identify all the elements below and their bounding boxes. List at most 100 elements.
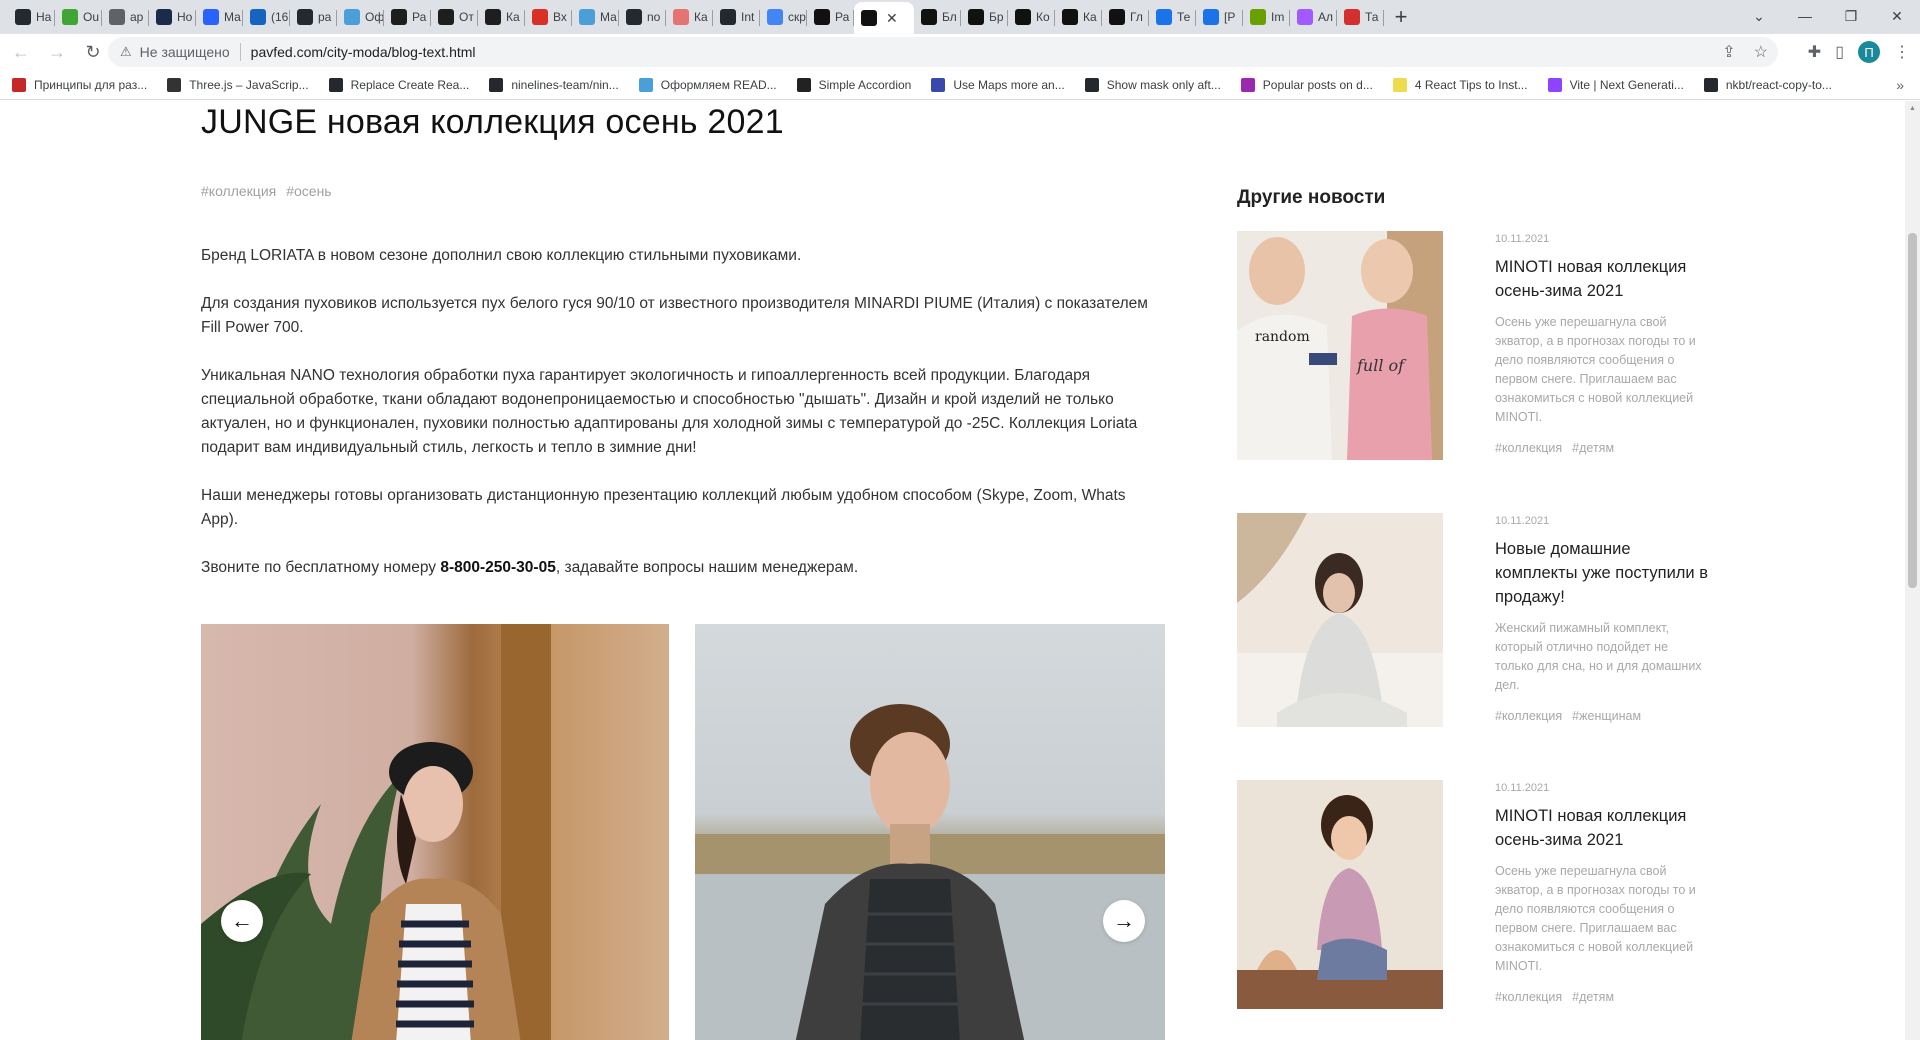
page-scrollbar[interactable]: ▲ [1905, 101, 1920, 1040]
news-tag[interactable]: #коллекция [1495, 441, 1562, 455]
tab-label: Ка [694, 10, 708, 24]
gmail-icon [532, 9, 548, 25]
news-title[interactable]: MINOTI новая коллекция осень-зима 2021 [1495, 255, 1710, 303]
bookmark-item[interactable]: Оформляем READ... [638, 77, 777, 92]
browser-tab[interactable]: (16 [243, 3, 290, 31]
menu-icon[interactable]: ⋮ [1894, 42, 1910, 62]
browser-tab[interactable]: Ка [478, 3, 525, 31]
browser-tab[interactable]: Но [149, 3, 196, 31]
minimize-icon[interactable]: — [1782, 0, 1828, 32]
browser-tab[interactable]: Int [713, 3, 760, 31]
news-title[interactable]: MINOTI новая коллекция осень-зима 2021 [1495, 804, 1710, 852]
news-thumbnail[interactable] [1237, 513, 1443, 727]
profile-avatar[interactable]: П [1858, 41, 1880, 63]
bookmark-item[interactable]: Replace Create Rea... [328, 77, 469, 92]
news-date: 10.11.2021 [1495, 233, 1550, 245]
news-thumbnail[interactable] [1237, 780, 1443, 1009]
browser-tab[interactable]: Оф [337, 3, 384, 31]
bookmark-item[interactable]: Popular posts on d... [1240, 77, 1373, 92]
tab-label: Вх [553, 10, 567, 24]
article-tag[interactable]: #коллекция [201, 183, 276, 199]
browser-tab[interactable]: Вх [525, 3, 572, 31]
call-suffix: , задавайте вопросы нашим менеджерам. [555, 559, 859, 576]
browser-tab[interactable]: На [8, 3, 55, 31]
news-tag[interactable]: #детям [1572, 990, 1614, 1004]
browser-tab[interactable]: [Р [1196, 3, 1243, 31]
browser-tab[interactable]: Ал [1290, 3, 1337, 31]
url-text[interactable]: pavfed.com/city-moda/blog-text.html [251, 44, 476, 60]
share-icon[interactable]: ⇪ [1722, 42, 1735, 62]
browser-tab[interactable]: Та [1337, 3, 1384, 31]
diamond-icon [1203, 9, 1219, 25]
scrollbar-thumb[interactable] [1908, 233, 1917, 588]
extensions-icon[interactable]: ✚ [1808, 42, 1821, 62]
address-bar[interactable]: ⚠ Не защищено pavfed.com/city-moda/blog-… [108, 37, 1778, 67]
browser-tab[interactable]: Ма [196, 3, 243, 31]
bookmark-item[interactable]: 4 React Tips to Inst... [1392, 77, 1528, 92]
news-item[interactable]: 10.11.2021 Новые домашние комплекты уже … [1237, 513, 1717, 780]
forward-icon[interactable]: → [42, 37, 72, 67]
browser-tab[interactable]: Ра [807, 3, 854, 31]
new-tab-button[interactable]: + [1384, 3, 1418, 31]
browser-tab[interactable]: Ко [1008, 3, 1055, 31]
warning-icon[interactable]: ⚠ [120, 44, 132, 60]
back-icon[interactable]: ← [6, 37, 36, 67]
news-title[interactable]: Новые домашние комплекты уже поступили в… [1495, 537, 1710, 609]
browser-tab[interactable]: Гл [1102, 3, 1149, 31]
phone-number[interactable]: 8-800-250-30-05 [440, 559, 555, 576]
bookmark-item[interactable]: nkbt/react-copy-to... [1703, 77, 1832, 92]
browser-tab[interactable]: Бр [961, 3, 1008, 31]
browser-tab[interactable]: no [619, 3, 666, 31]
news-tag[interactable]: #коллекция [1495, 709, 1562, 723]
news-item[interactable]: random full of 10.11.2021 MINOTI новая к… [1237, 231, 1717, 513]
bookmark-item[interactable]: Simple Accordion [796, 77, 911, 92]
browser-tab[interactable]: ра [290, 3, 337, 31]
tab-label: Ра [835, 10, 850, 24]
bookmark-item[interactable]: ninelines-team/nin... [489, 77, 619, 92]
browser-tab[interactable]: ap [102, 3, 149, 31]
restore-icon[interactable]: ❐ [1828, 0, 1874, 32]
browser-tab[interactable]: Ка [666, 3, 713, 31]
browser-tab[interactable]: Ou [55, 3, 102, 31]
bookmark-item[interactable]: Принципы для раз... [12, 77, 147, 92]
news-thumbnail[interactable]: random full of [1237, 231, 1443, 460]
gallery-prev-button[interactable]: ← [221, 900, 263, 942]
bookmark-icon [12, 77, 26, 92]
omnibox-actions: ⇪ ☆ [1722, 42, 1768, 62]
browser-tab[interactable]: Ра [384, 3, 431, 31]
bookmark-item[interactable]: Use Maps more an... [931, 77, 1065, 92]
article-tag[interactable]: #осень [286, 183, 331, 199]
scroll-up-icon[interactable]: ▲ [1909, 105, 1916, 112]
browser-tab[interactable]: Ка [1055, 3, 1102, 31]
browser-tab[interactable]: Бл [914, 3, 961, 31]
bookmark-item[interactable]: Vite | Next Generati... [1547, 77, 1684, 92]
news-tag[interactable]: #детям [1572, 441, 1614, 455]
news-tag[interactable]: #женщинам [1572, 709, 1641, 723]
tab-label: Ма [224, 10, 241, 24]
news-tag[interactable]: #коллекция [1495, 990, 1562, 1004]
close-window-icon[interactable]: ✕ [1874, 0, 1920, 32]
browser-tab[interactable]: От [431, 3, 478, 31]
reload-icon[interactable]: ↻ [78, 37, 108, 67]
bookmark-item[interactable]: Show mask only aft... [1084, 77, 1221, 92]
bookmark-star-icon[interactable]: ☆ [1754, 42, 1768, 62]
tab-search-icon[interactable]: ⌄ [1736, 0, 1782, 32]
tab-active[interactable]: ✕ [854, 2, 914, 34]
side-panel-icon[interactable]: ▯ [1835, 42, 1844, 62]
article-paragraph: Бренд LORIATA в новом сезоне дополнил св… [201, 247, 802, 264]
gallery-next-button[interactable]: → [1103, 900, 1145, 942]
news-item[interactable]: 10.11.2021 MINOTI новая коллекция осень-… [1237, 780, 1717, 1020]
react-icon [638, 77, 653, 92]
close-tab-icon[interactable]: ✕ [886, 10, 898, 27]
bookmark-item[interactable]: Three.js – JavaScrip... [167, 77, 309, 92]
more-bookmarks-icon[interactable]: » [1896, 77, 1904, 93]
browser-tab[interactable]: Im [1243, 3, 1290, 31]
tab-label: Ка [506, 10, 520, 24]
browser-tab[interactable]: скр [760, 3, 807, 31]
browser-tab[interactable]: Те [1149, 3, 1196, 31]
figma-icon [1297, 9, 1313, 25]
insecure-label[interactable]: Не защищено [140, 44, 230, 60]
news-excerpt: Осень уже перешагнула свой экватор, а в … [1495, 315, 1696, 424]
browser-tab[interactable]: Ма [572, 3, 619, 31]
photo-gallery: ← → [201, 624, 1165, 1040]
